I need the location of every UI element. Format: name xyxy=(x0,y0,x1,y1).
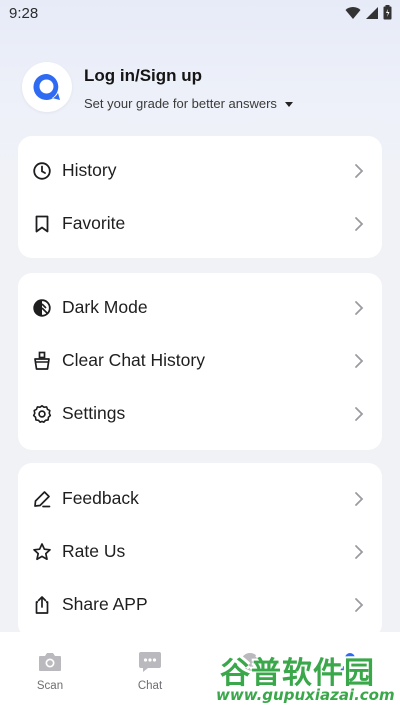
menu-item-share-app[interactable]: Share APP xyxy=(18,579,382,631)
menu-item-label: Settings xyxy=(62,403,126,423)
status-icons xyxy=(345,5,392,20)
bookmark-icon xyxy=(35,215,49,233)
menu-item-settings[interactable]: Settings xyxy=(18,388,382,440)
menu-item-label: Share APP xyxy=(62,594,148,614)
nav-tab-scan[interactable]: Scan xyxy=(20,650,80,702)
avatar[interactable] xyxy=(22,62,72,112)
chevron-right-icon xyxy=(355,598,364,612)
bottom-nav: Scan Chat xyxy=(0,632,400,711)
chevron-right-icon xyxy=(355,407,364,421)
menu-item-clear-chat-history[interactable]: Clear Chat History xyxy=(18,335,382,387)
chevron-right-icon xyxy=(355,545,364,559)
menu-item-label: Dark Mode xyxy=(62,297,148,317)
status-time: 9:28 xyxy=(9,5,39,22)
profile-icon xyxy=(340,653,360,673)
nav-tab-me[interactable] xyxy=(320,650,380,702)
menu-item-rate-us[interactable]: Rate Us xyxy=(18,526,382,578)
menu-item-label: Rate Us xyxy=(62,541,126,561)
menu-item-favorite[interactable]: Favorite xyxy=(18,198,382,250)
chevron-right-icon xyxy=(355,217,364,231)
chevron-right-icon xyxy=(355,164,364,178)
nav-tab-3[interactable] xyxy=(220,650,280,702)
menu-item-dark-mode[interactable]: Dark Mode xyxy=(18,282,382,334)
menu-card-history: History Favorite xyxy=(18,136,382,258)
battery-icon xyxy=(383,5,392,20)
share-icon xyxy=(35,596,49,614)
profile-header: Log in/Sign up Set your grade for better… xyxy=(22,62,382,114)
status-bar: 9:28 xyxy=(0,0,400,28)
star-icon xyxy=(33,543,51,561)
nav-tab-label: Chat xyxy=(137,680,163,692)
chat-bubble-logo-icon xyxy=(33,73,60,100)
broom-icon xyxy=(34,351,50,370)
menu-card-support: Feedback Rate Us Share APP xyxy=(18,463,382,638)
menu-card-preferences: Dark Mode Clear Chat History Settings xyxy=(18,273,382,450)
nav-tab-3-icon xyxy=(241,653,259,671)
menu-item-label: Clear Chat History xyxy=(62,350,205,370)
chevron-right-icon xyxy=(355,354,364,368)
signal-icon xyxy=(366,6,378,19)
grade-selector[interactable]: Set your grade for better answers xyxy=(84,96,293,111)
wifi-icon xyxy=(345,6,361,19)
chevron-right-icon xyxy=(355,301,364,315)
menu-item-label: Favorite xyxy=(62,213,126,233)
camera-icon xyxy=(39,653,61,671)
grade-prompt: Set your grade for better answers xyxy=(84,96,277,111)
clock-icon xyxy=(33,162,51,180)
chevron-right-icon xyxy=(355,492,364,506)
nav-tab-chat[interactable]: Chat xyxy=(120,650,180,702)
login-signup-link[interactable]: Log in/Sign up xyxy=(84,66,202,86)
gear-icon xyxy=(32,405,52,423)
menu-item-feedback[interactable]: Feedback xyxy=(18,473,382,525)
menu-item-history[interactable]: History xyxy=(18,145,382,197)
caret-down-icon xyxy=(284,101,293,107)
dark-mode-icon xyxy=(33,299,51,317)
pencil-icon xyxy=(34,491,51,508)
menu-item-label: History xyxy=(62,160,117,180)
chat-icon xyxy=(139,652,161,672)
nav-tab-label: Scan xyxy=(36,680,64,692)
menu-item-label: Feedback xyxy=(62,488,139,508)
